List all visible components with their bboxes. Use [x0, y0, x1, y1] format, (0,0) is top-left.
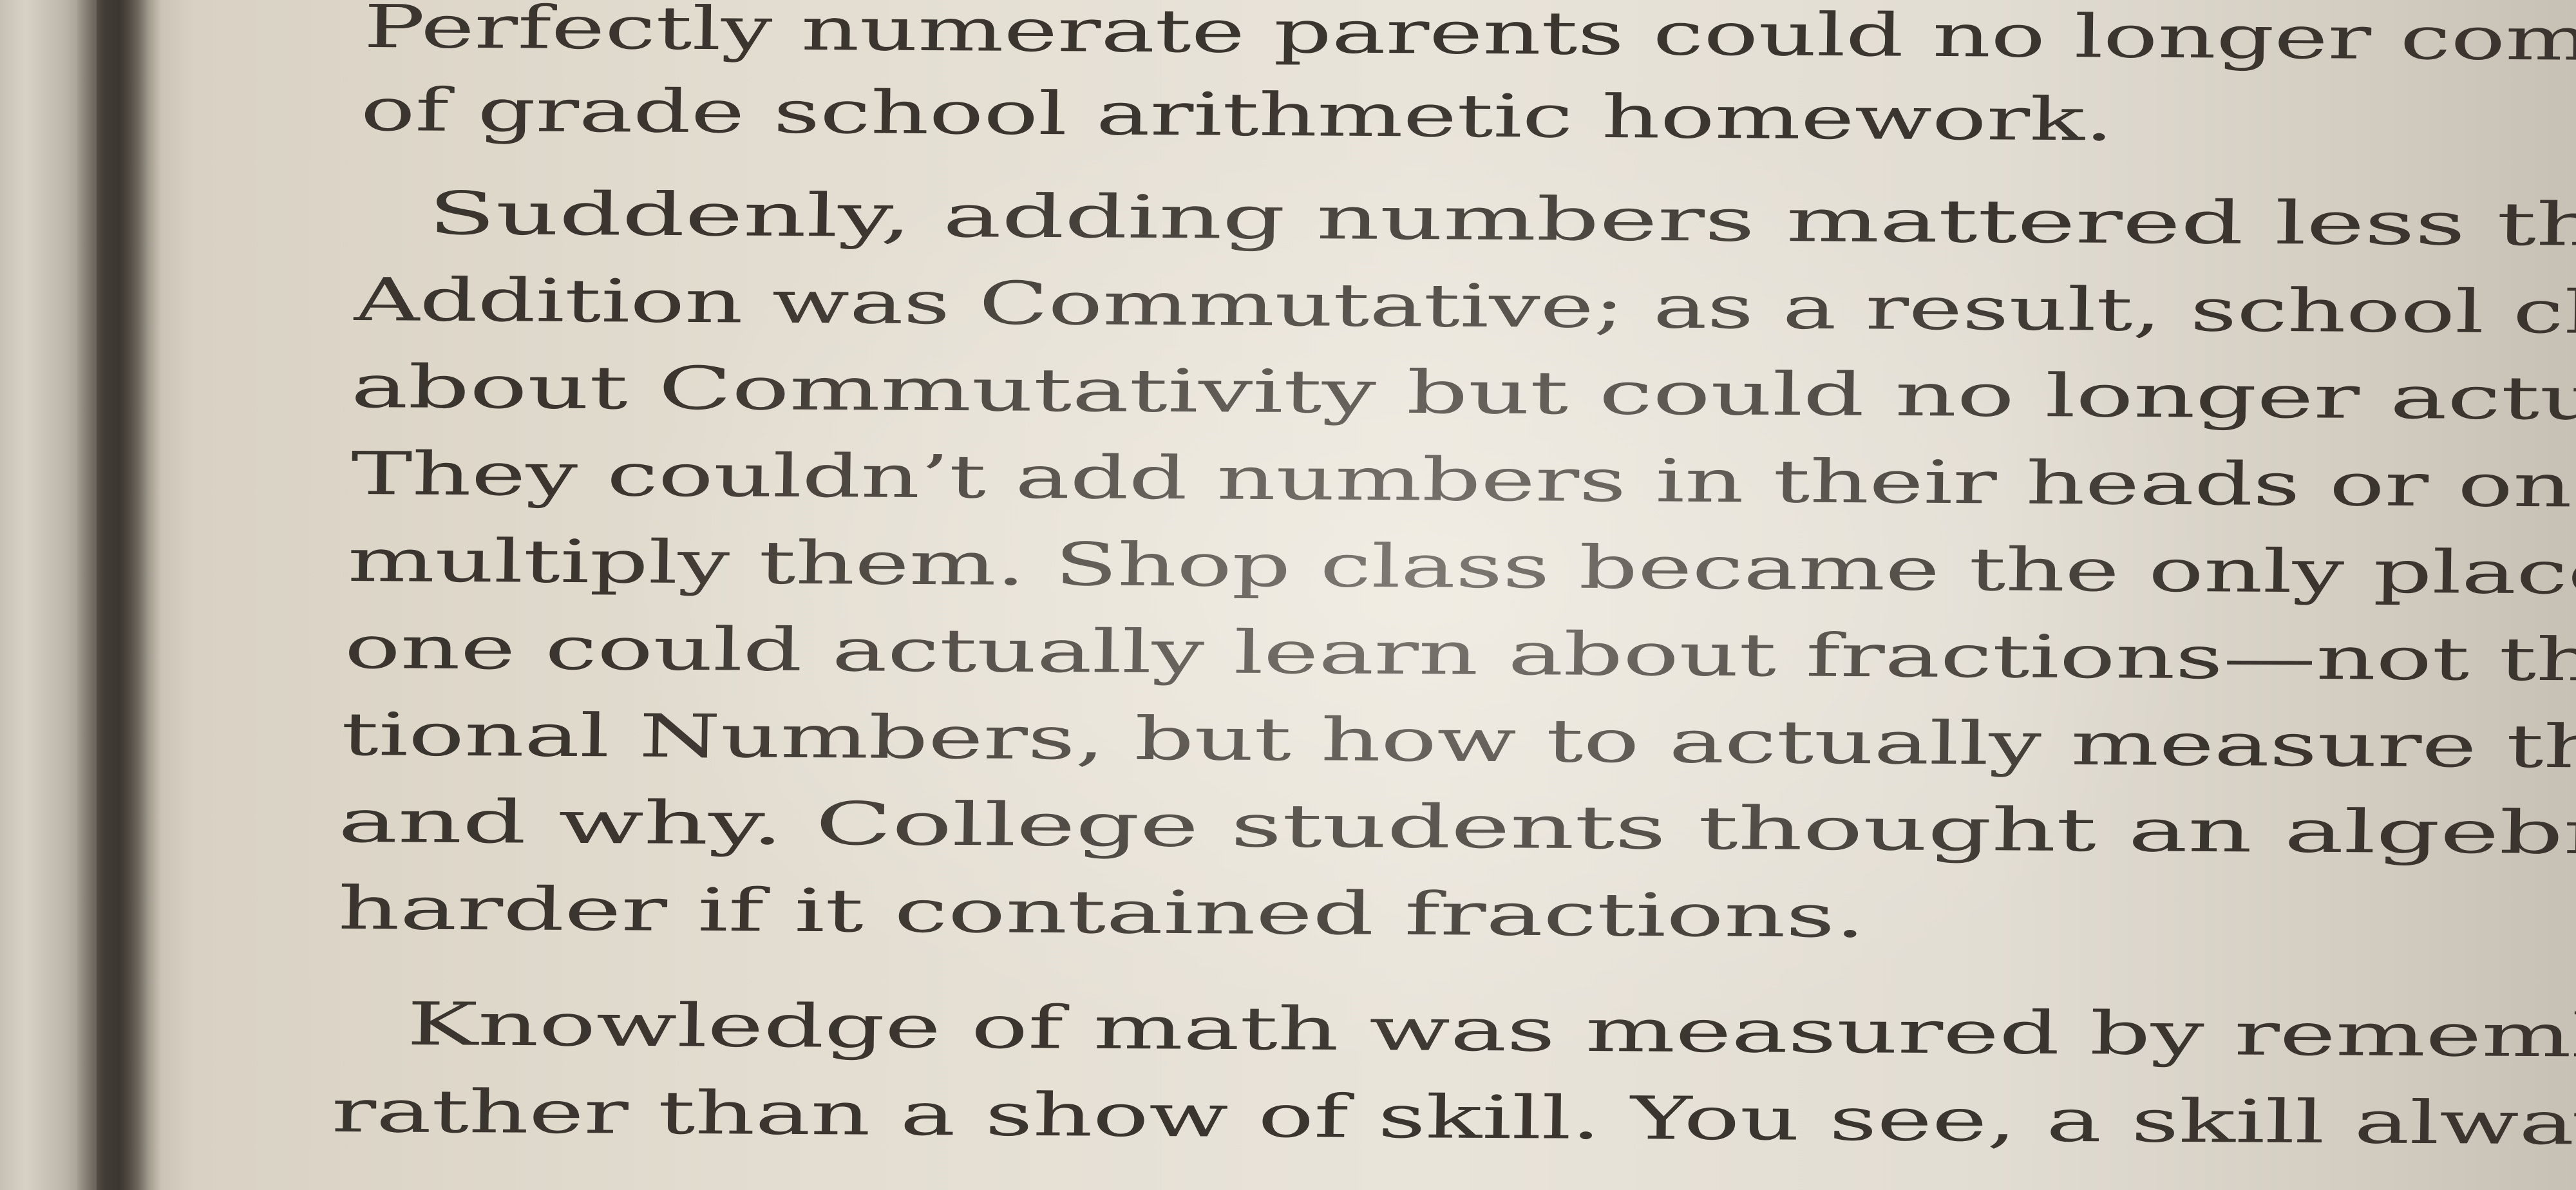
text-line: Perfectly numerate parents could no long… — [363, 0, 2576, 79]
text-line: one could actually learn about fractions… — [344, 613, 2576, 699]
text-line: Knowledge of math was measured by rememb… — [406, 990, 2576, 1076]
text-line: Suddenly, adding numbers mattered less t… — [428, 179, 2576, 263]
text-line: of grade school arithmetic homework. — [360, 75, 2114, 155]
text-line: multiply them. Shop class became the onl… — [347, 526, 2576, 612]
page-text: Perfectly numerate parents could no long… — [0, 0, 2576, 1190]
text-line: tional Numbers, but how to actually meas… — [341, 700, 2576, 786]
text-line: about Commutativity but could no longer … — [350, 352, 2576, 438]
text-line: They couldn’t add numbers in their heads… — [350, 439, 2576, 525]
text-line: and why. College students thought an alg… — [337, 787, 2576, 872]
text-line: rather than a show of skill. You see, a … — [331, 1077, 2576, 1162]
text-line: harder if it contained fractions. — [337, 874, 1866, 951]
photographed-book-page: Perfectly numerate parents could no long… — [0, 0, 2576, 1190]
text-line: Addition was Commutative; as a result, s… — [354, 265, 2576, 351]
